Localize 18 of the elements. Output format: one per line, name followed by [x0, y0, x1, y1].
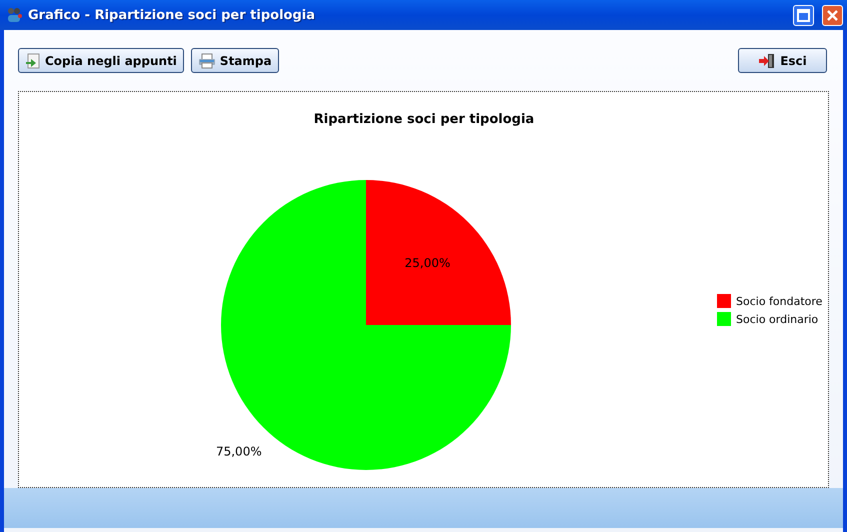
copy-button[interactable]: Copia negli appunti [18, 48, 184, 73]
maximize-button[interactable] [793, 4, 814, 26]
slice-label: 25,00% [404, 256, 450, 270]
printer-icon [198, 52, 216, 68]
door-arrow-icon [758, 52, 776, 68]
print-button[interactable]: Stampa [190, 48, 279, 73]
close-button[interactable] [822, 4, 843, 26]
legend-swatch [717, 294, 731, 308]
maximize-icon [797, 8, 810, 22]
legend-swatch [717, 312, 731, 326]
chart-title: Ripartizione soci per tipologia [314, 112, 534, 127]
window-title: Grafico - Ripartizione soci per tipologia [28, 8, 315, 22]
people-icon [6, 7, 22, 23]
slice-label: 75,00% [216, 444, 262, 458]
legend-label: Socio ordinario [736, 313, 818, 326]
close-icon [826, 8, 839, 22]
exit-button[interactable]: Esci [738, 48, 827, 73]
legend-label: Socio fondatore [736, 295, 822, 308]
